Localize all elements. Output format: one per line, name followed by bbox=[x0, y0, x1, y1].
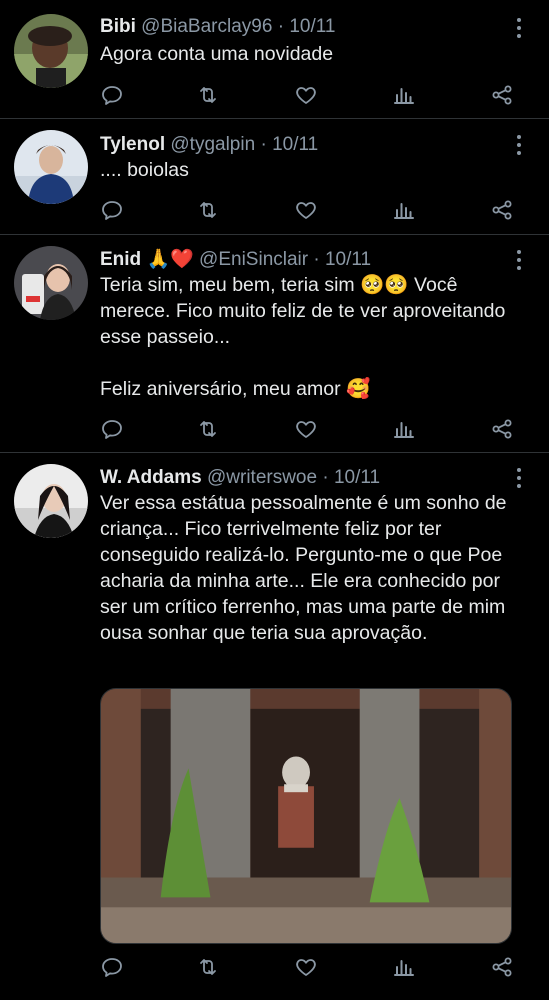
avatar[interactable] bbox=[14, 130, 88, 204]
tweet-tylenol[interactable]: Tylenol @tygalpin · 10/11 .... boiolas bbox=[0, 119, 549, 234]
reply-icon[interactable] bbox=[100, 955, 126, 981]
like-icon[interactable] bbox=[294, 417, 320, 443]
separator: · bbox=[313, 249, 320, 270]
user-handle[interactable]: @tygalpin bbox=[170, 134, 255, 155]
share-icon[interactable] bbox=[490, 198, 516, 224]
like-icon[interactable] bbox=[294, 955, 320, 981]
reply-icon[interactable] bbox=[100, 198, 126, 224]
tweet-header: Bibi @BiaBarclay96 · 10/11 bbox=[100, 14, 509, 40]
tweet-date[interactable]: 10/11 bbox=[272, 134, 318, 155]
retweet-icon[interactable] bbox=[196, 83, 222, 109]
retweet-icon[interactable] bbox=[196, 198, 222, 224]
tweet-actions bbox=[100, 83, 520, 109]
avatar[interactable] bbox=[14, 14, 88, 88]
views-icon[interactable] bbox=[392, 83, 418, 109]
views-icon[interactable] bbox=[392, 417, 418, 443]
user-handle[interactable]: @writerswoe bbox=[207, 467, 317, 488]
tweet-text: .... boiolas bbox=[100, 159, 189, 181]
display-name[interactable]: Enid 🙏❤️ bbox=[100, 249, 194, 270]
tweet-actions bbox=[100, 955, 520, 981]
tweet-enid[interactable]: Enid 🙏❤️ @EniSinclair · 10/11 Teria sim,… bbox=[0, 235, 549, 452]
reply-icon[interactable] bbox=[100, 83, 126, 109]
like-icon[interactable] bbox=[294, 83, 320, 109]
tweet-date[interactable]: 10/11 bbox=[325, 249, 371, 270]
views-icon[interactable] bbox=[392, 955, 418, 981]
user-handle[interactable]: @EniSinclair bbox=[199, 249, 308, 270]
tweet-actions bbox=[100, 198, 520, 224]
tweet-text: Ver essa estátua pessoalmente é um sonho… bbox=[100, 492, 507, 644]
photo-brick-arches-statue bbox=[101, 689, 511, 943]
more-options-icon[interactable] bbox=[509, 16, 529, 42]
like-icon[interactable] bbox=[294, 198, 320, 224]
tweet-text: Agora conta uma novidade bbox=[100, 43, 334, 65]
tweet-actions bbox=[100, 417, 520, 443]
avatar[interactable] bbox=[14, 464, 88, 538]
display-name[interactable]: W. Addams bbox=[100, 467, 202, 488]
share-icon[interactable] bbox=[490, 417, 516, 443]
tweet-header: W. Addams @writerswoe · 10/11 bbox=[100, 465, 509, 491]
more-options-icon[interactable] bbox=[509, 466, 529, 492]
views-icon[interactable] bbox=[392, 198, 418, 224]
tweet-text: Teria sim, meu bem, teria sim 🥺🥺 Você me… bbox=[100, 274, 506, 400]
retweet-icon[interactable] bbox=[196, 417, 222, 443]
separator: · bbox=[322, 467, 329, 488]
tweet-header: Enid 🙏❤️ @EniSinclair · 10/11 bbox=[100, 247, 509, 273]
more-options-icon[interactable] bbox=[509, 133, 529, 159]
tweet-header: Tylenol @tygalpin · 10/11 bbox=[100, 132, 509, 158]
tweet-date[interactable]: 10/11 bbox=[289, 16, 335, 37]
avatar-bibi-image bbox=[14, 14, 88, 88]
display-name[interactable]: Bibi bbox=[100, 16, 136, 37]
avatar[interactable] bbox=[14, 246, 88, 320]
separator: · bbox=[260, 134, 267, 155]
more-options-icon[interactable] bbox=[509, 248, 529, 274]
avatar-waddams-image bbox=[14, 464, 88, 538]
avatar-tylenol-image bbox=[14, 130, 88, 204]
reply-icon[interactable] bbox=[100, 417, 126, 443]
tweet-date[interactable]: 10/11 bbox=[334, 467, 380, 488]
user-handle[interactable]: @BiaBarclay96 bbox=[141, 16, 272, 37]
share-icon[interactable] bbox=[490, 955, 516, 981]
tweet-bibi[interactable]: Bibi @BiaBarclay96 · 10/11 Agora conta u… bbox=[0, 0, 549, 118]
avatar-enid-image bbox=[14, 246, 88, 320]
tweet-photo[interactable] bbox=[100, 688, 512, 944]
separator: · bbox=[277, 16, 285, 37]
share-icon[interactable] bbox=[490, 83, 516, 109]
retweet-icon[interactable] bbox=[196, 955, 222, 981]
display-name[interactable]: Tylenol bbox=[100, 134, 165, 155]
tweet-waddams[interactable]: W. Addams @writerswoe · 10/11 Ver essa e… bbox=[0, 453, 549, 1000]
